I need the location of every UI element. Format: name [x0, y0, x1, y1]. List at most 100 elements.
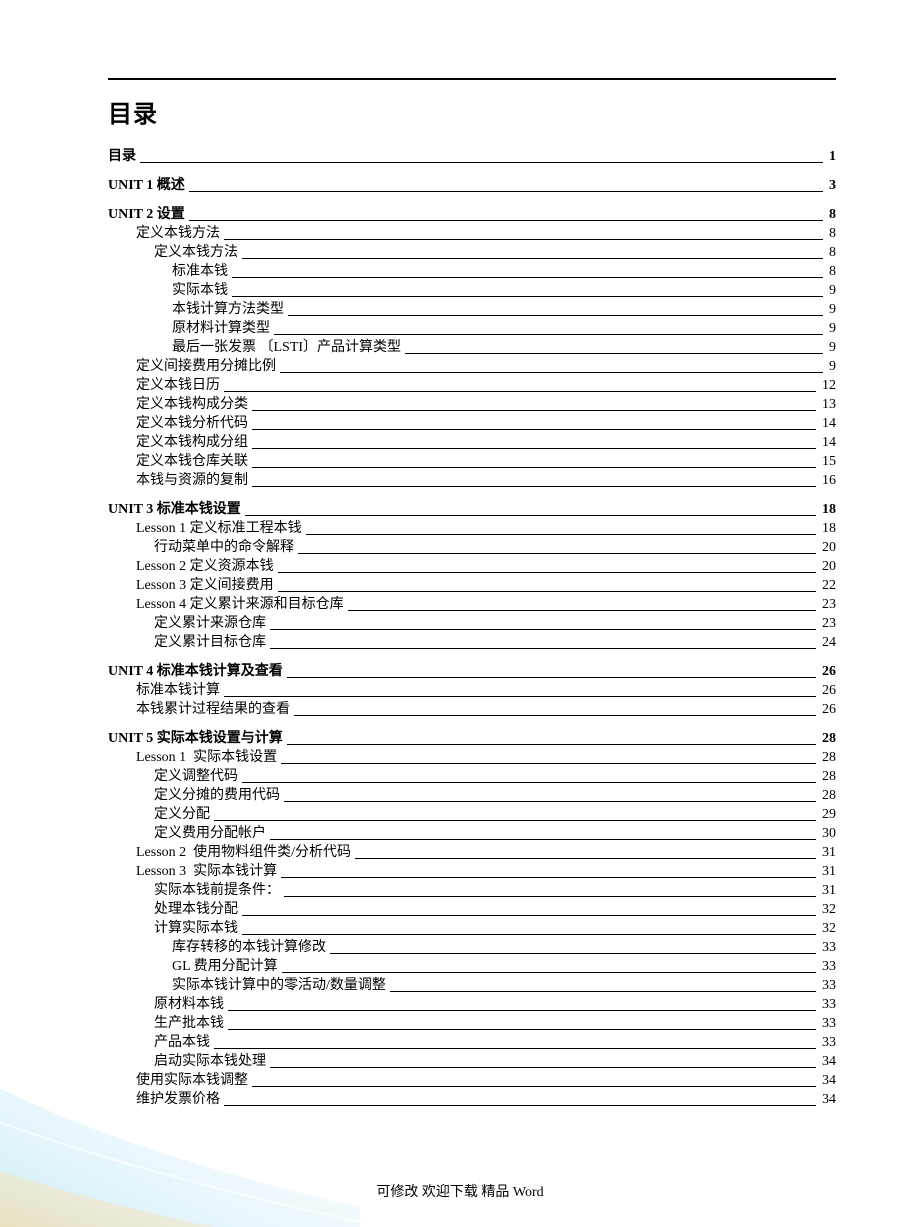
toc-leader-line: [214, 820, 816, 821]
toc-entry-page: 23: [818, 614, 836, 633]
toc-leader-line: [245, 515, 816, 516]
toc-entry-page: 29: [818, 805, 836, 824]
toc-leader-line: [252, 467, 816, 468]
toc-leader-line: [252, 486, 816, 487]
toc-row: 本钱与资源的复制16: [108, 471, 836, 490]
toc-entry-title: 使用实际本钱调整: [136, 1071, 248, 1090]
toc-entry-title: 定义本钱方法: [154, 243, 238, 262]
toc-leader-line: [281, 763, 816, 764]
toc-row: 计算实际本钱32: [108, 919, 836, 938]
toc-entry-title: 标准本钱: [172, 262, 228, 281]
toc-leader-line: [281, 877, 816, 878]
toc-entry-title: 原材料本钱: [154, 995, 224, 1014]
toc-entry-page: 1: [825, 147, 836, 166]
toc-entry-title: 原材料计算类型: [172, 319, 270, 338]
toc-leader-line: [242, 915, 816, 916]
toc-row: 定义间接费用分摊比例 9: [108, 357, 836, 376]
page-footer: 可修改 欢迎下载 精品 Word: [0, 1181, 920, 1201]
toc-leader-line: [270, 839, 816, 840]
table-of-contents: 目录1UNIT 1 概述3UNIT 2 设置8定义本钱方法8定义本钱方法8标准本…: [108, 147, 836, 1109]
toc-entry-page: 9: [825, 319, 836, 338]
toc-entry-page: 15: [818, 452, 836, 471]
toc-entry-page: 26: [818, 681, 836, 700]
toc-entry-title: 定义调整代码: [154, 767, 238, 786]
toc-entry-page: 33: [818, 995, 836, 1014]
toc-leader-line: [274, 334, 823, 335]
toc-entry-page: 13: [818, 395, 836, 414]
toc-entry-title: 产品本钱: [154, 1033, 210, 1052]
toc-row: 本钱计算方法类型9: [108, 300, 836, 319]
toc-row: Lesson 1 实际本钱设置28: [108, 748, 836, 767]
toc-leader-line: [140, 162, 823, 163]
toc-leader-line: [278, 572, 816, 573]
toc-leader-line: [224, 239, 823, 240]
toc-entry-title: 定义本钱日历: [136, 376, 220, 395]
toc-row: 原材料计算类型 9: [108, 319, 836, 338]
toc-entry-title: 定义累计来源仓库: [154, 614, 266, 633]
toc-row: UNIT 2 设置 8: [108, 205, 836, 224]
toc-leader-line: [242, 934, 816, 935]
toc-row: 定义本钱方法 8: [108, 243, 836, 262]
toc-leader-line: [228, 1029, 816, 1030]
toc-row: 定义本钱仓库关联 15: [108, 452, 836, 471]
toc-entry-page: 23: [818, 595, 836, 614]
toc-leader-line: [284, 801, 816, 802]
toc-leader-line: [284, 896, 816, 897]
toc-entry-page: 32: [818, 900, 836, 919]
toc-entry-page: 28: [818, 729, 836, 748]
toc-entry-title: UNIT 2 设置: [108, 205, 185, 224]
toc-row: UNIT 4 标准本钱计算及查看26: [108, 662, 836, 681]
toc-entry-page: 33: [818, 957, 836, 976]
toc-leader-line: [287, 744, 816, 745]
toc-entry-title: 最后一张发票 〔LSTI〕产品计算类型: [172, 338, 401, 357]
toc-entry-page: 3: [825, 176, 836, 195]
toc-leader-line: [294, 715, 816, 716]
toc-entry-title: 实际本钱: [172, 281, 228, 300]
toc-entry-title: 定义费用分配帐户: [154, 824, 266, 843]
toc-entry-page: 28: [818, 748, 836, 767]
toc-entry-title: 维护发票价格: [136, 1090, 220, 1109]
toc-entry-title: 生产批本钱: [154, 1014, 224, 1033]
toc-leader-line: [189, 220, 823, 221]
toc-row: UNIT 1 概述 3: [108, 176, 836, 195]
toc-entry-page: 9: [825, 338, 836, 357]
toc-row: 定义本钱方法8: [108, 224, 836, 243]
toc-row: 标准本钱8: [108, 262, 836, 281]
toc-leader-line: [252, 410, 816, 411]
toc-row: UNIT 3 标准本钱设置18: [108, 500, 836, 519]
toc-entry-title: Lesson 3 实际本钱计算: [136, 862, 277, 881]
toc-entry-title: 行动菜单中的命令解释: [154, 538, 294, 557]
toc-entry-page: 22: [818, 576, 836, 595]
toc-entry-page: 31: [818, 843, 836, 862]
toc-entry-title: 定义间接费用分摊比例: [136, 357, 276, 376]
toc-entry-page: 18: [818, 519, 836, 538]
toc-row: 定义本钱日历12: [108, 376, 836, 395]
toc-row: 最后一张发票 〔LSTI〕产品计算类型 9: [108, 338, 836, 357]
toc-row: 启动实际本钱处理34: [108, 1052, 836, 1071]
toc-entry-page: 33: [818, 1033, 836, 1052]
toc-leader-line: [252, 1086, 816, 1087]
toc-entry-title: 定义本钱仓库关联: [136, 452, 248, 471]
toc-entry-page: 8: [825, 243, 836, 262]
toc-entry-page: 18: [818, 500, 836, 519]
toc-entry-page: 34: [818, 1071, 836, 1090]
toc-entry-title: 实际本钱前提条件：: [154, 881, 280, 900]
toc-entry-page: 9: [825, 281, 836, 300]
toc-entry-page: 14: [818, 433, 836, 452]
toc-row: 生产批本钱33: [108, 1014, 836, 1033]
toc-row: GL 费用分配计算 33: [108, 957, 836, 976]
toc-leader-line: [232, 277, 823, 278]
toc-row: Lesson 3 实际本钱计算31: [108, 862, 836, 881]
toc-row: 定义本钱构成分组14: [108, 433, 836, 452]
document-page: 目录 目录1UNIT 1 概述3UNIT 2 设置8定义本钱方法8定义本钱方法8…: [0, 0, 920, 1227]
toc-leader-line: [278, 591, 816, 592]
toc-row: 定义分摊的费用代码28: [108, 786, 836, 805]
toc-entry-title: UNIT 1 概述: [108, 176, 185, 195]
toc-row: 定义费用分配帐户30: [108, 824, 836, 843]
toc-entry-page: 9: [825, 357, 836, 376]
toc-entry-title: 定义本钱构成分类: [136, 395, 248, 414]
toc-entry-page: 26: [818, 700, 836, 719]
toc-entry-page: 8: [825, 205, 836, 224]
toc-entry-title: GL 费用分配计算: [172, 957, 278, 976]
toc-leader-line: [288, 315, 823, 316]
